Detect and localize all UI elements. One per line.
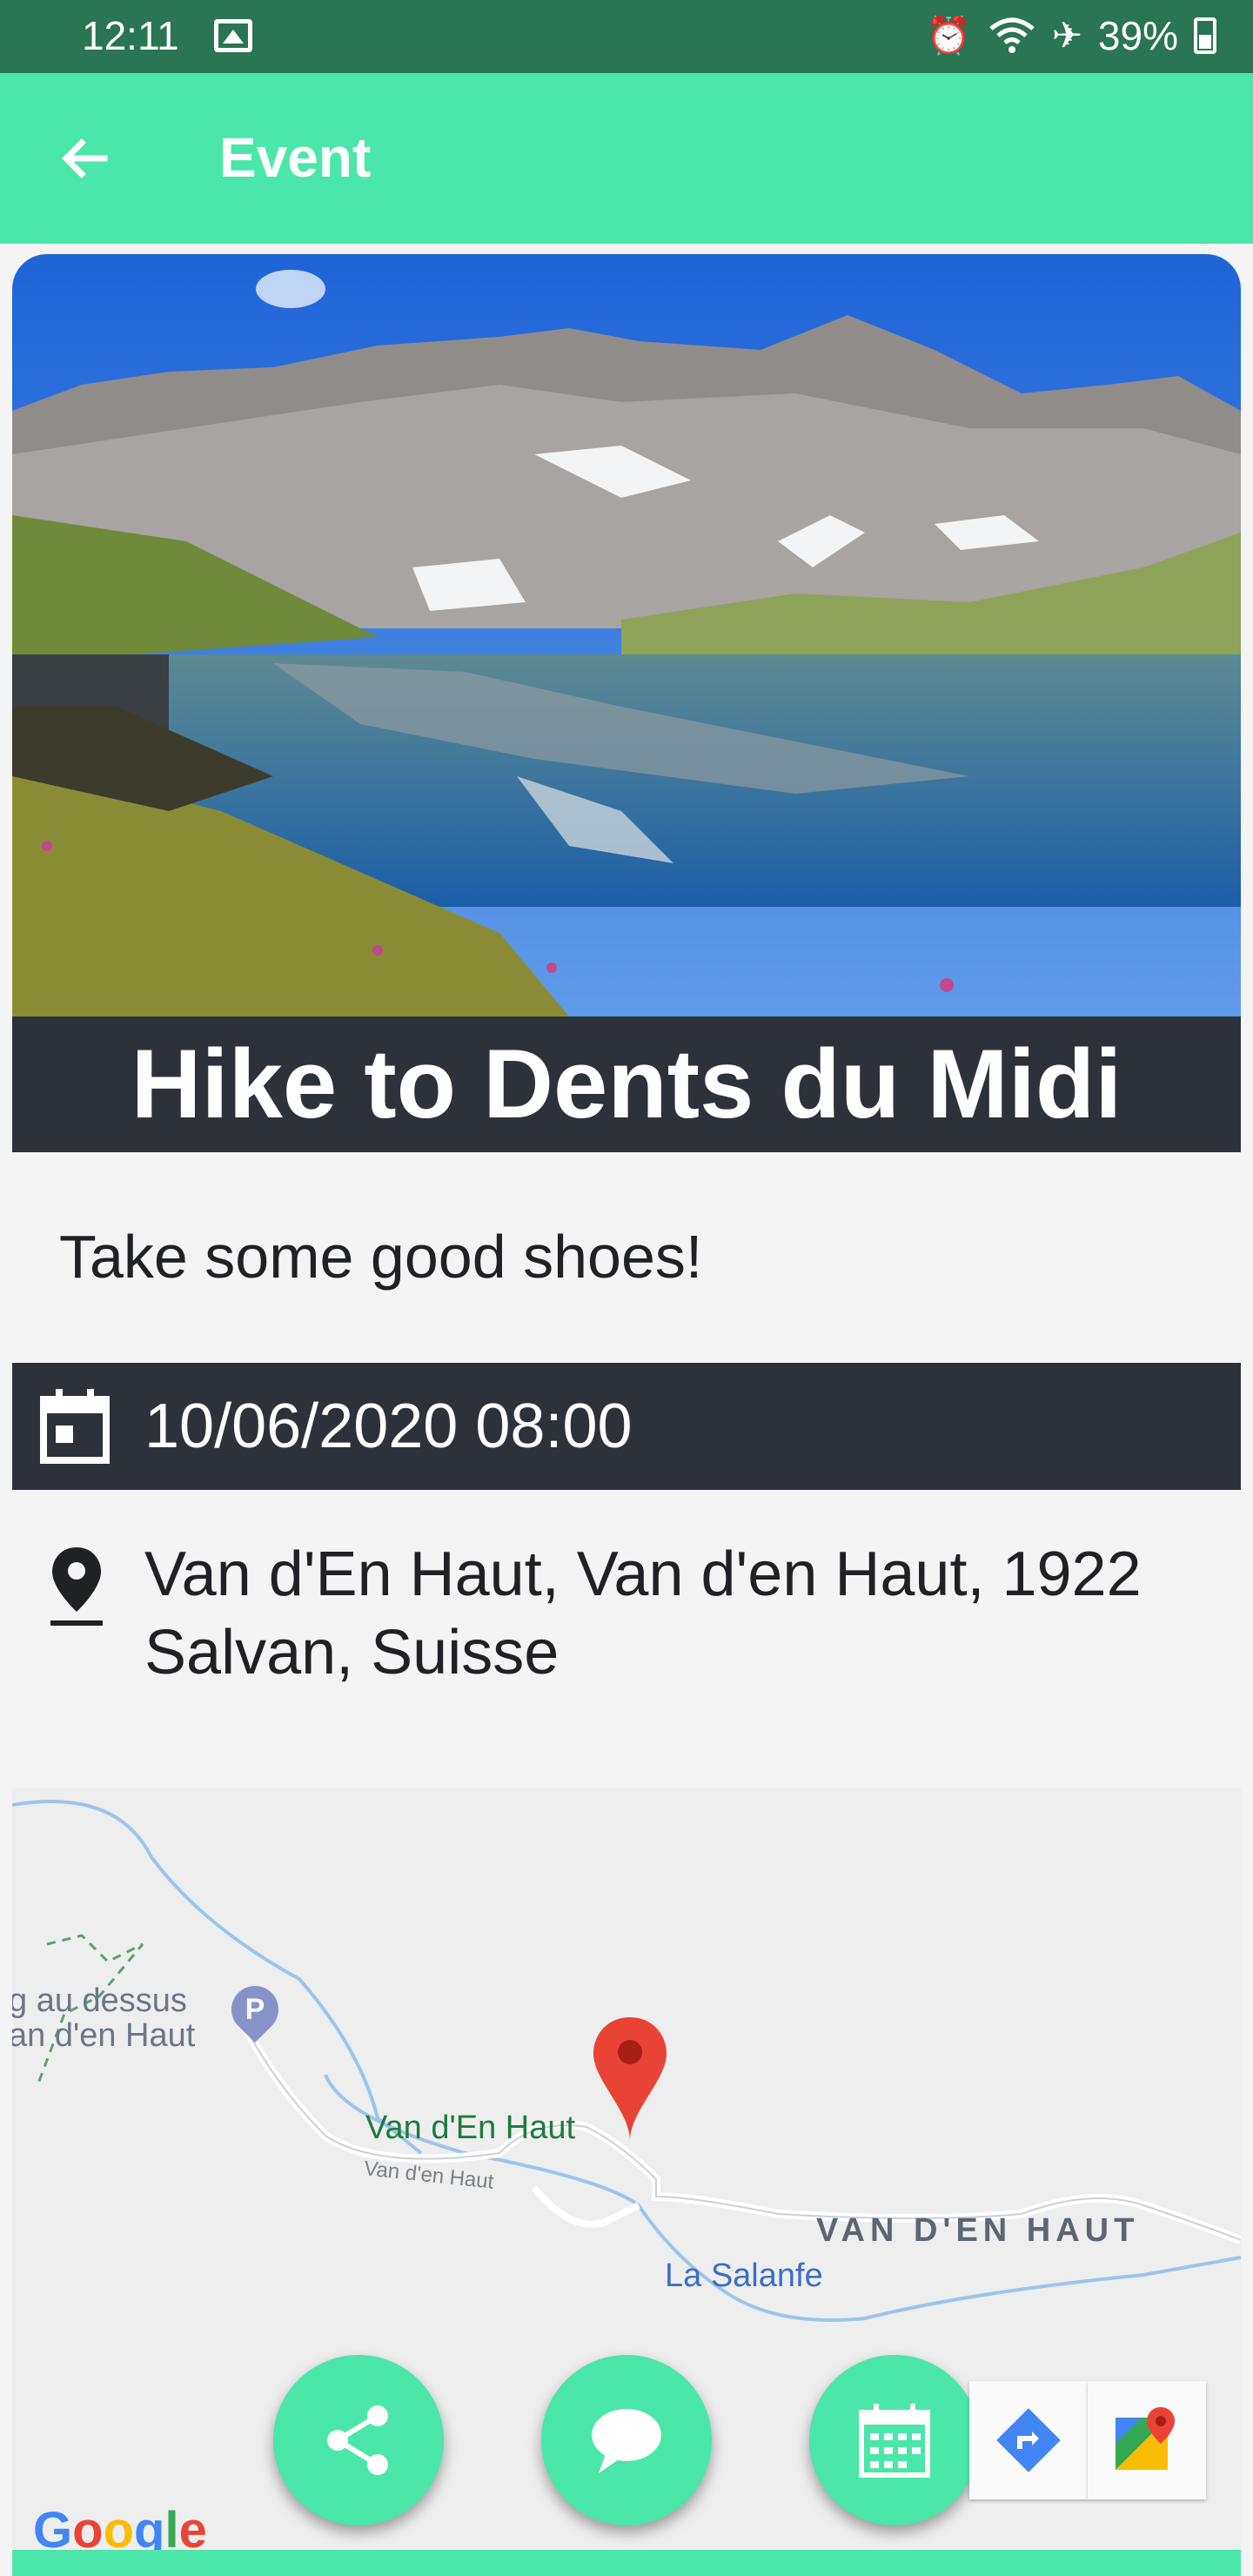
event-title: Hike to Dents du Midi xyxy=(12,1016,1241,1152)
open-in-maps-button[interactable] xyxy=(1088,2381,1206,2499)
page-title: Event xyxy=(219,126,372,189)
back-button[interactable] xyxy=(50,124,120,193)
battery-icon xyxy=(1194,17,1216,54)
event-image xyxy=(12,254,1241,1016)
share-button[interactable] xyxy=(273,2355,444,2526)
status-bar: 12:11 ⏰ ✈ 39% xyxy=(0,0,1253,73)
airplane-icon: ✈ xyxy=(1051,15,1082,56)
event-card: Hike to Dents du Midi Take some good sho… xyxy=(12,254,1241,2576)
directions-icon xyxy=(996,2408,1061,2472)
add-to-calendar-button[interactable] xyxy=(809,2355,980,2526)
event-location-row: Van d'En Haut, Van d'en Haut, 1922 Salva… xyxy=(12,1490,1241,1786)
map-label-river: La Salanfe xyxy=(665,2257,823,2294)
bottom-bar xyxy=(12,2550,1241,2576)
chat-bubble-icon xyxy=(592,2409,661,2473)
status-time: 12:11 xyxy=(82,13,179,58)
event-description: Take some good shoes! xyxy=(59,1223,703,1291)
calendar-icon xyxy=(859,2404,930,2478)
gallery-icon xyxy=(214,19,252,52)
parking-marker-icon[interactable]: P xyxy=(221,1976,289,2043)
map-label-area: VAN D'EN HAUT xyxy=(816,2212,1140,2249)
wifi-icon xyxy=(989,17,1035,53)
event-datetime: 10/06/2020 08:00 xyxy=(144,1392,633,1461)
app-bar: Event xyxy=(0,73,1253,244)
status-icons: ⏰ ✈ 39% xyxy=(926,12,1216,59)
map-label-parking-1: g au dessus xyxy=(12,1982,187,2019)
directions-button[interactable] xyxy=(969,2381,1088,2499)
google-maps-icon xyxy=(1116,2407,1175,2470)
map-label-place: Van d'En Haut xyxy=(365,2110,576,2146)
alarm-icon: ⏰ xyxy=(926,15,972,56)
location-pin-icon xyxy=(50,1547,103,1626)
comment-button[interactable] xyxy=(541,2355,712,2526)
event-date-row: 10/06/2020 08:00 xyxy=(12,1363,1241,1490)
calendar-icon xyxy=(40,1389,110,1464)
share-icon xyxy=(327,2405,388,2475)
arrow-left-icon xyxy=(62,138,108,178)
battery-percent: 39% xyxy=(1097,13,1178,58)
map-marker-icon[interactable] xyxy=(588,2014,672,2144)
event-address: Van d'En Haut, Van d'en Haut, 1922 Salva… xyxy=(144,1540,1142,1687)
map-label-parking-2: an d'en Haut xyxy=(12,2017,196,2054)
